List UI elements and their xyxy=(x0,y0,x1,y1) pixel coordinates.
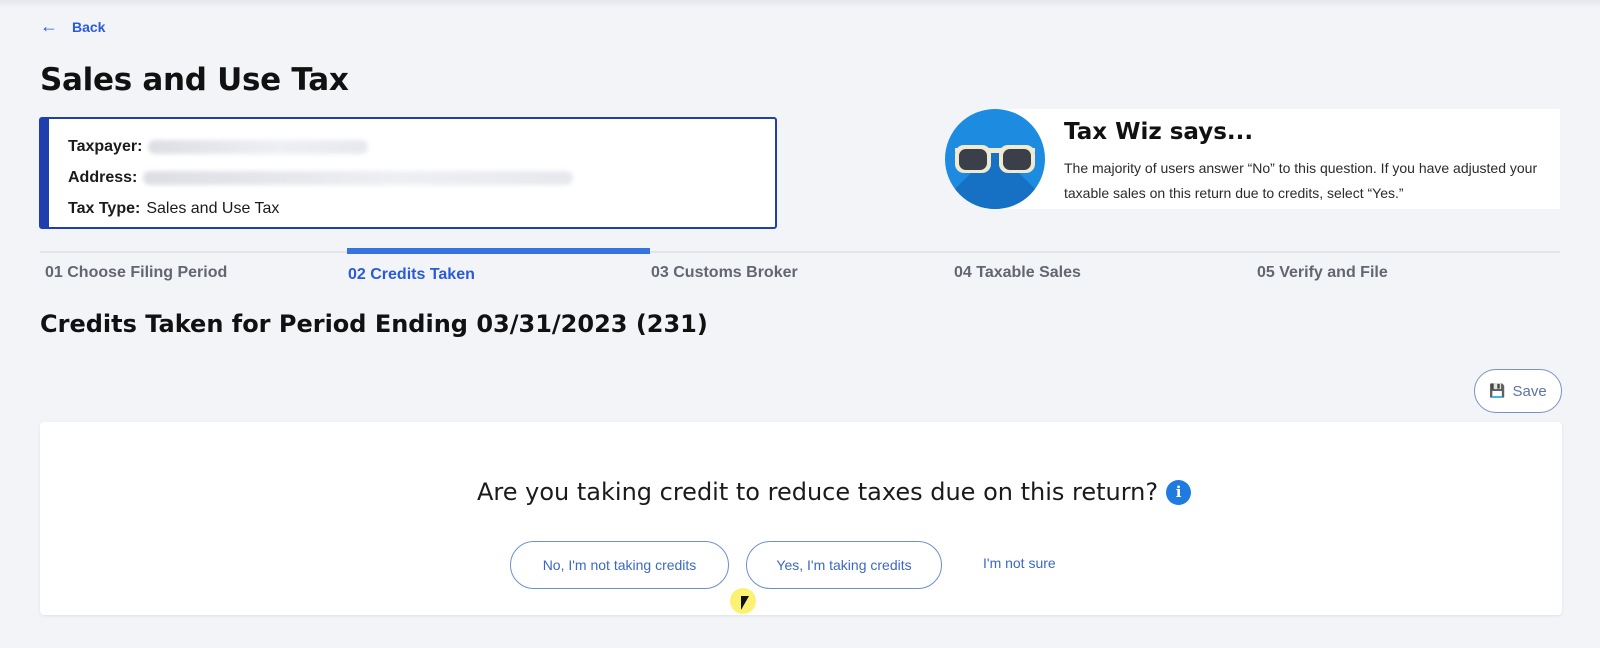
address-redacted xyxy=(143,170,574,185)
save-button[interactable]: 💾 Save xyxy=(1474,369,1562,413)
stepper-active-indicator xyxy=(347,248,650,254)
step-credits-taken[interactable]: 02 Credits Taken xyxy=(348,266,475,284)
address-label: Address: xyxy=(68,168,138,186)
tax-type-value: Sales and Use Tax xyxy=(146,199,280,217)
tax-type-row: Tax Type: Sales and Use Tax xyxy=(68,193,775,224)
taxpayer-card: Taxpayer: Address: Tax Type: Sales and U… xyxy=(39,117,777,229)
tax-type-label: Tax Type: xyxy=(68,199,141,217)
mouse-pointer-icon xyxy=(741,596,749,610)
sunglasses-icon xyxy=(955,145,1035,173)
step-verify-and-file[interactable]: 05 Verify and File xyxy=(1257,264,1388,282)
question-text: Are you taking credit to reduce taxes du… xyxy=(477,478,1159,506)
step-choose-filing-period[interactable]: 01 Choose Filing Period xyxy=(45,264,227,282)
taxpayer-label: Taxpayer: xyxy=(68,137,143,155)
back-link[interactable]: ← Back xyxy=(40,16,105,37)
taxpayer-row: Taxpayer: xyxy=(68,131,775,162)
step-customs-broker[interactable]: 03 Customs Broker xyxy=(651,264,798,282)
save-label: Save xyxy=(1512,382,1547,400)
tax-wiz-avatar xyxy=(945,109,1045,209)
section-title: Credits Taken for Period Ending 03/31/20… xyxy=(40,310,708,338)
step-taxable-sales[interactable]: 04 Taxable Sales xyxy=(954,264,1081,282)
taxpayer-name-redacted xyxy=(148,139,369,154)
top-shade xyxy=(0,0,1600,8)
not-sure-link[interactable]: I'm not sure xyxy=(983,555,1056,571)
address-row: Address: xyxy=(68,162,775,193)
tax-wiz-text: The majority of users answer “No” to thi… xyxy=(1064,160,1538,201)
info-icon[interactable]: i xyxy=(1166,479,1192,505)
stepper-track xyxy=(40,251,1560,253)
yes-credits-button[interactable]: Yes, I'm taking credits xyxy=(746,541,942,589)
no-credits-button[interactable]: No, I'm not taking credits xyxy=(510,541,729,589)
page-title: Sales and Use Tax xyxy=(40,62,349,98)
floppy-disk-icon: 💾 xyxy=(1489,383,1506,398)
back-label: Back xyxy=(72,18,106,35)
question: Are you taking credit to reduce taxes du… xyxy=(477,478,1192,506)
tax-wiz-title: Tax Wiz says... xyxy=(1064,119,1254,145)
arrow-left-icon: ← xyxy=(40,16,58,36)
